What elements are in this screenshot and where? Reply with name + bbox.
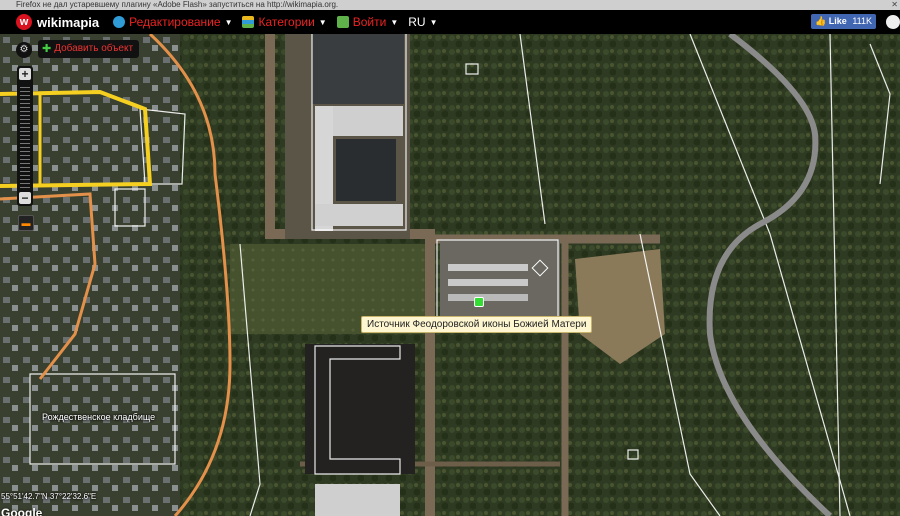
coordinates-readout: 55°51'42.7"N 37°22'32.6"E [1,492,97,501]
zoom-slider[interactable] [20,84,30,188]
plugin-notification-text: Firefox не дал устаревшему плагину «Adob… [16,0,339,9]
menu-edit-label: Редактирование [129,15,221,29]
settings-gear-icon[interactable]: ⚙ [16,42,32,58]
wikimapia-logo-icon: w [16,14,32,30]
plugin-notification-bar: Firefox не дал устаревшему плагину «Adob… [0,0,900,10]
map-imagery [0,34,900,516]
menu-categories-label: Категории [258,15,315,29]
zoom-in-button[interactable]: + [19,68,31,80]
chevron-down-icon: ▼ [224,17,233,27]
zoom-control: + − [17,66,33,206]
wikimapia-logo[interactable]: w wikimapia [16,14,99,30]
language-selector[interactable]: RU ▼ [408,15,437,29]
satellite-map[interactable]: ⚙ ✚ Добавить объект + − ▬ Источник Феодо… [0,34,900,516]
facebook-like-button[interactable]: 👍 Like 111K [811,14,876,29]
logo-text: wikimapia [37,14,100,30]
top-navigation-bar: w wikimapia Редактирование ▼ Категории ▼… [0,10,900,34]
poi-tooltip[interactable]: Источник Феодоровской иконы Божией Матер… [361,316,593,333]
language-label: RU [408,15,426,29]
categories-icon [242,16,255,28]
login-icon [336,16,349,28]
chevron-down-icon: ▼ [429,17,438,27]
cemetery-label[interactable]: Рождественское кладбище [42,412,155,422]
add-object-label: Добавить объект [54,43,134,54]
ruler-icon[interactable]: ▬ [18,215,34,231]
close-icon[interactable]: ✕ [891,0,898,10]
fb-like-label: Like [828,16,847,26]
menu-login[interactable]: Войти ▼ [336,15,399,29]
menu-edit[interactable]: Редактирование ▼ [113,15,232,29]
thumbs-up-icon: 👍 [815,16,827,26]
zoom-out-button[interactable]: − [19,192,31,204]
globe-edit-icon [113,16,126,28]
add-object-button[interactable]: ✚ Добавить объект [38,40,140,58]
toggle-switch[interactable] [886,15,900,29]
add-object-icon: ✚ [42,43,52,55]
poi-marker[interactable] [474,297,484,307]
menu-login-label: Войти [352,15,387,29]
chevron-down-icon: ▼ [318,17,327,27]
chevron-down-icon: ▼ [390,17,399,27]
fb-like-count: 111K [852,16,872,26]
menu-categories[interactable]: Категории ▼ [242,15,327,29]
google-attribution: Google [1,506,43,516]
